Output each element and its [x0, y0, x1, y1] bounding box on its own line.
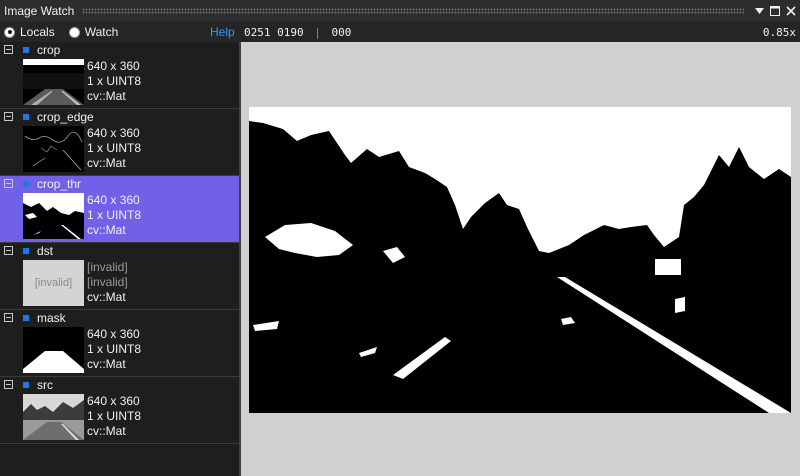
list-item[interactable]: dst [invalid] [invalid] [invalid] cv::Ma…	[0, 243, 239, 310]
thumbnail-image[interactable]	[23, 394, 84, 440]
thumbnail-image[interactable]	[23, 126, 84, 172]
readout-separator: |	[314, 25, 321, 39]
image-type-icon	[23, 382, 29, 388]
collapse-minus-icon[interactable]	[4, 45, 13, 54]
collapse-minus-icon[interactable]	[4, 179, 13, 188]
thumbnail-invalid[interactable]: [invalid]	[23, 260, 84, 306]
list-item[interactable]: crop_edge 640 x 360 1 x UINT8 cv::Mat	[0, 109, 239, 176]
item-meta: 640 x 360 1 x UINT8 cv::Mat	[87, 327, 141, 372]
thumbnail-invalid-label: [invalid]	[34, 277, 73, 289]
item-class: cv::Mat	[87, 424, 126, 438]
collapse-minus-icon[interactable]	[4, 313, 13, 322]
item-name: src	[37, 378, 53, 392]
collapse-minus-icon[interactable]	[4, 380, 13, 389]
displayed-image[interactable]	[249, 107, 791, 413]
image-viewer[interactable]	[241, 42, 800, 476]
locals-radio[interactable]: Locals	[4, 25, 55, 39]
item-meta: [invalid] [invalid] cv::Mat	[87, 260, 128, 305]
item-name: crop_edge	[37, 110, 94, 124]
radio-unselected-icon[interactable]	[68, 26, 80, 38]
item-name: crop_thr	[37, 177, 82, 191]
item-size: [invalid]	[87, 260, 128, 274]
item-type: 1 x UINT8	[87, 141, 142, 155]
title-bar: Image Watch	[0, 0, 800, 22]
item-class: cv::Mat	[87, 156, 126, 170]
drag-grip[interactable]	[82, 8, 744, 14]
item-type: 1 x UINT8	[87, 409, 142, 423]
pixel-readout: 0251 0190 | 000	[244, 26, 351, 39]
watch-radio[interactable]: Watch	[68, 25, 119, 39]
image-type-icon	[23, 114, 29, 120]
collapse-minus-icon[interactable]	[4, 112, 13, 121]
variable-list: crop 640 x 360 1 x UINT8 cv::Mat crop_ed…	[0, 42, 239, 476]
dropdown-menu-icon[interactable]	[752, 4, 766, 18]
image-type-icon	[23, 181, 29, 187]
thumbnail-image[interactable]	[23, 327, 84, 373]
cursor-coordinates: 0251 0190	[244, 25, 304, 39]
item-class: cv::Mat	[87, 357, 126, 371]
item-class: cv::Mat	[87, 290, 126, 304]
toolbar: Locals Watch Help 0251 0190 | 000 0.85x	[0, 22, 800, 42]
image-type-icon	[23, 315, 29, 321]
item-meta: 640 x 360 1 x UINT8 cv::Mat	[87, 126, 141, 171]
item-type: 1 x UINT8	[87, 208, 142, 222]
item-size: 640 x 360	[87, 327, 140, 341]
list-item[interactable]: crop 640 x 360 1 x UINT8 cv::Mat	[0, 42, 239, 109]
image-type-icon	[23, 47, 29, 53]
item-type: [invalid]	[87, 275, 128, 289]
radio-selected-icon[interactable]	[4, 26, 15, 38]
collapse-minus-icon[interactable]	[4, 246, 13, 255]
item-type: 1 x UINT8	[87, 74, 142, 88]
close-icon[interactable]	[784, 4, 798, 18]
item-name: dst	[37, 244, 54, 258]
item-type: 1 x UINT8	[87, 342, 142, 356]
watch-label: Watch	[84, 25, 119, 39]
image-type-icon	[23, 248, 29, 254]
window-title: Image Watch	[4, 4, 75, 18]
item-size: 640 x 360	[87, 193, 140, 207]
item-size: 640 x 360	[87, 126, 140, 140]
locals-label: Locals	[20, 25, 55, 39]
thumbnail-image[interactable]	[23, 193, 84, 239]
list-item[interactable]: mask 640 x 360 1 x UINT8 cv::Mat	[0, 310, 239, 377]
item-name: crop	[37, 43, 61, 57]
item-class: cv::Mat	[87, 223, 126, 237]
zoom-level: 0.85x	[762, 25, 796, 39]
item-class: cv::Mat	[87, 89, 126, 103]
item-meta: 640 x 360 1 x UINT8 cv::Mat	[87, 394, 141, 439]
item-meta: 640 x 360 1 x UINT8 cv::Mat	[87, 193, 141, 238]
maximize-icon[interactable]	[768, 4, 782, 18]
item-size: 640 x 360	[87, 394, 140, 408]
item-name: mask	[37, 311, 66, 325]
thumbnail-image[interactable]	[23, 59, 84, 105]
item-meta: 640 x 360 1 x UINT8 cv::Mat	[87, 59, 141, 104]
help-link[interactable]: Help	[210, 25, 235, 39]
list-item-selected[interactable]: crop_thr 640 x 360 1 x UINT8 cv::Mat	[0, 176, 239, 243]
item-size: 640 x 360	[87, 59, 140, 73]
list-item[interactable]: src 640 x 360 1 x UINT8 cv::Mat	[0, 377, 239, 444]
pixel-value: 000	[331, 25, 352, 39]
